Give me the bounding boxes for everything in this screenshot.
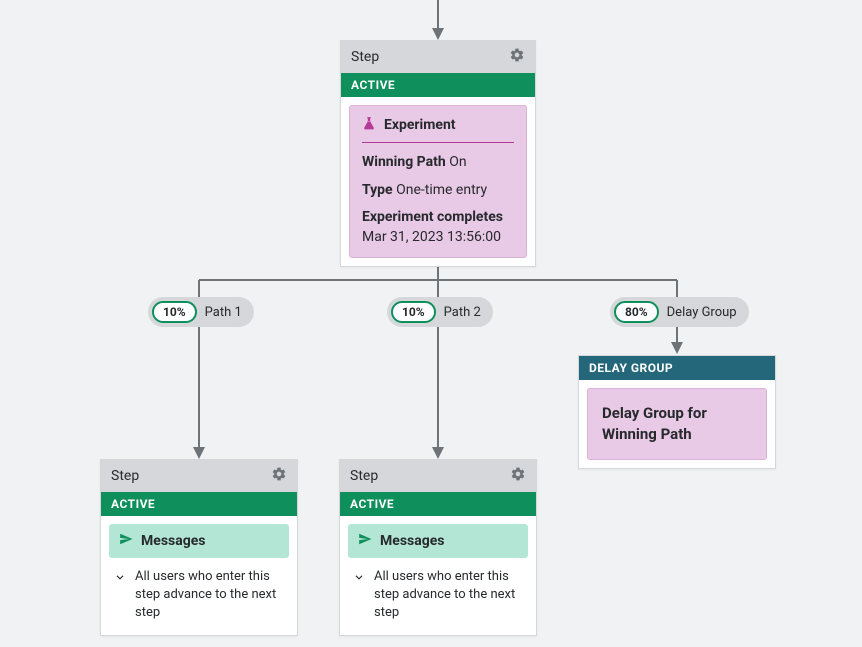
gear-icon[interactable] — [510, 466, 526, 486]
step-label: Step — [351, 49, 379, 65]
advance-text: All users who enter this step advance to… — [374, 568, 524, 623]
flask-icon — [362, 116, 376, 134]
experiment-step-card[interactable]: Step ACTIVE Experiment Winning Path On T… — [340, 40, 536, 267]
path-pill-2[interactable]: 10% Path 2 — [387, 297, 493, 327]
completes-value: Mar 31, 2023 13:56:00 — [362, 228, 514, 248]
paper-plane-icon — [358, 532, 372, 550]
message-step-card-2[interactable]: Step ACTIVE Messages All users who enter… — [339, 459, 537, 636]
pct-badge: 80% — [614, 301, 659, 323]
pct-badge: 10% — [152, 301, 197, 323]
winning-path-label: Winning Path — [362, 154, 446, 170]
path-pill-1[interactable]: 10% Path 1 — [148, 297, 254, 327]
messages-chip: Messages — [348, 524, 528, 558]
path-label: Path 1 — [205, 305, 242, 320]
paper-plane-icon — [119, 532, 133, 550]
card-header: Step — [341, 41, 535, 73]
step-label: Step — [111, 468, 139, 484]
type-value: One-time entry — [396, 182, 487, 198]
experiment-title: Experiment — [384, 117, 456, 133]
pct-badge: 10% — [391, 301, 436, 323]
message-step-card-1[interactable]: Step ACTIVE Messages All users who enter… — [100, 459, 298, 636]
gear-icon[interactable] — [271, 466, 287, 486]
type-label: Type — [362, 182, 393, 198]
experiment-panel: Experiment Winning Path On Type One-time… — [349, 105, 527, 258]
advance-text: All users who enter this step advance to… — [135, 568, 285, 623]
winning-path-value: On — [449, 154, 466, 170]
arrow-down-icon — [113, 568, 127, 588]
status-badge: ACTIVE — [101, 492, 297, 516]
step-label: Step — [350, 468, 378, 484]
advance-text-row: All users who enter this step advance to… — [109, 568, 289, 627]
path-label: Path 2 — [444, 305, 481, 320]
status-badge: ACTIVE — [340, 492, 536, 516]
status-badge: ACTIVE — [341, 73, 535, 97]
path-label: Delay Group — [667, 305, 737, 320]
gear-icon[interactable] — [509, 47, 525, 67]
card-header: Step — [340, 460, 536, 492]
messages-label: Messages — [141, 533, 205, 549]
messages-chip: Messages — [109, 524, 289, 558]
arrow-down-icon — [352, 568, 366, 588]
advance-text-row: All users who enter this step advance to… — [348, 568, 528, 627]
delay-panel: Delay Group for Winning Path — [587, 388, 767, 460]
card-header: Step — [101, 460, 297, 492]
path-pill-delay[interactable]: 80% Delay Group — [610, 297, 749, 327]
delay-text: Delay Group for Winning Path — [602, 404, 707, 443]
completes-label: Experiment completes — [362, 208, 514, 228]
delay-group-card[interactable]: DELAY GROUP Delay Group for Winning Path — [578, 355, 776, 469]
messages-label: Messages — [380, 533, 444, 549]
delay-status-badge: DELAY GROUP — [579, 356, 775, 380]
